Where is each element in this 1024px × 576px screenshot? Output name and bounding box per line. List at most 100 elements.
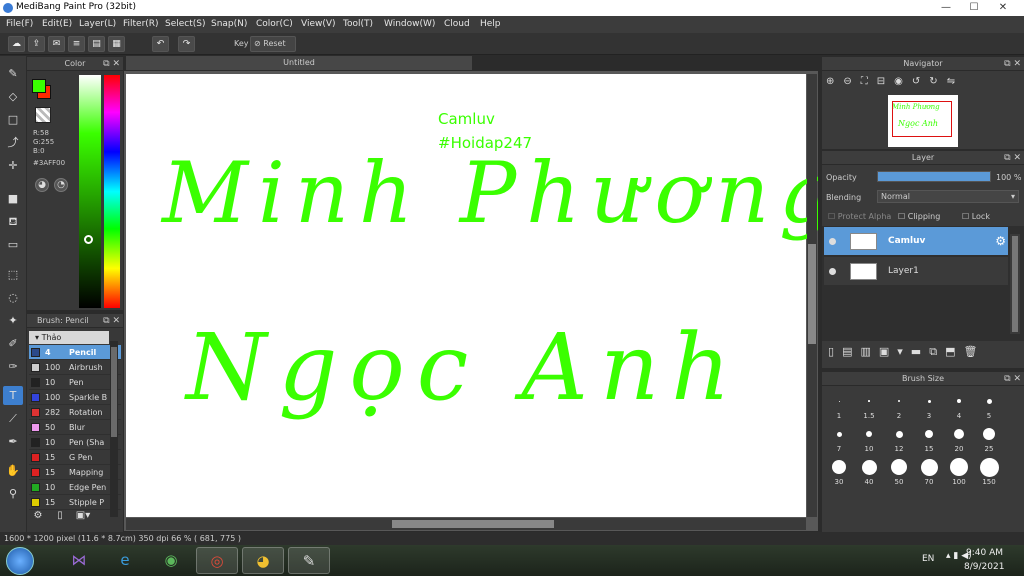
text-tool-icon[interactable]: T [3,386,23,405]
magic-wand-tool-icon[interactable]: ✦ [3,311,23,330]
brush-size-option[interactable]: 70 [915,456,943,486]
transparent-color-swatch[interactable] [35,107,51,123]
menu-cloud[interactable]: Cloud [444,19,470,29]
close-button[interactable]: ✕ [992,0,1014,16]
rotate-right-icon[interactable]: ↻ [929,76,946,87]
panel-close-icon[interactable]: ⧉ ✕ [1004,57,1021,71]
medibang-icon[interactable]: ◕ [242,547,284,574]
undo-icon[interactable]: ↶ [152,36,169,52]
rotate-reset-icon[interactable]: ◉ [894,76,912,87]
brush-size-option[interactable]: 2 [885,390,913,420]
clipping-checkbox[interactable]: ☐ Clipping [898,212,940,221]
drawing-canvas[interactable]: Camluv #Hoidap247 Minh Phương Ngọc Anh [126,74,818,517]
navigator-thumbnail[interactable]: Minh Phương Ngọc Anh [888,95,958,147]
comment-icon[interactable]: ✉ [48,36,65,52]
cloud-icon[interactable]: ☁ [8,36,25,52]
menu-color[interactable]: Color(C) [256,19,293,29]
vertical-scroll-thumb[interactable] [808,244,816,344]
menu-filter[interactable]: Filter(R) [123,19,159,29]
menu-tool[interactable]: Tool(T) [343,19,373,29]
paint-icon[interactable]: ✎ [288,547,330,574]
reset-button[interactable]: ⊘ Reset [250,36,296,52]
new-halftone-layer-icon[interactable]: ▤ [842,345,860,358]
brush-list-item[interactable]: 15 Mapping [29,465,121,480]
zoom-in-icon[interactable]: ⊕ [826,76,843,87]
brush-list-item[interactable]: 15 Stipple P [29,495,121,510]
brush-size-option[interactable]: 3 [915,390,943,420]
brush-list-item[interactable]: 100 Sparkle B [29,390,121,405]
fit-icon[interactable]: ⛶ [861,76,877,87]
upload-icon[interactable]: ⇪ [28,36,45,52]
layer-scrollbar[interactable] [1010,234,1020,334]
eye-icon[interactable] [829,238,836,245]
brush-size-option[interactable]: 150 [975,456,1003,486]
brush-size-option[interactable]: 100 [945,456,973,486]
select-pen-tool-icon[interactable]: ✐ [3,334,23,353]
horizontal-scroll-thumb[interactable] [392,520,554,528]
select-tool-icon[interactable]: ⬚ [3,265,23,284]
primary-color-swatch[interactable] [32,79,46,93]
menu-view[interactable]: View(V) [301,19,336,29]
brush-list-item[interactable]: 4 Pencil [29,345,121,360]
brush-size-option[interactable]: 1.5 [855,390,883,420]
clock-date[interactable]: 8/9/2021 [964,562,1004,572]
brush-menu-icon[interactable]: ▣▾ [73,510,93,524]
brush-list-item[interactable]: 10 Pen [29,375,121,390]
duplicate-layer-icon[interactable]: ⧉ [929,345,945,358]
brush-scroll-thumb[interactable] [111,347,117,437]
menu-file[interactable]: File(F) [6,19,33,29]
panel-close-icon[interactable]: ⧉ ✕ [103,57,120,71]
zoom-out-icon[interactable]: ⊖ [843,76,860,87]
coc-coc-icon[interactable]: ◉ [150,547,192,574]
merge-layer-icon[interactable]: ⬒ [945,345,963,358]
fill-rect-tool-icon[interactable]: ■ [3,189,23,208]
add-layer-menu-icon[interactable]: ▣▾ [879,345,911,358]
brush-list-item[interactable]: 50 Blur [29,420,121,435]
menu-layer[interactable]: Layer(L) [79,19,116,29]
panel-close-icon[interactable]: ⧉ ✕ [1004,372,1021,386]
brush-size-option[interactable]: 12 [885,423,913,453]
brush-size-option[interactable]: 30 [825,456,853,486]
gradient-tool-icon[interactable]: ▭ [3,235,23,254]
palette-icon[interactable]: ◕ [35,178,49,192]
bucket-tool-icon[interactable]: ⛾ [3,212,23,231]
lock-checkbox[interactable]: ☐ Lock [962,212,990,221]
brush-size-option[interactable]: 4 [945,390,973,420]
menu-select[interactable]: Select(S) [165,19,206,29]
brush-list-item[interactable]: 10 Edge Pen [29,480,121,495]
hand-tool-icon[interactable]: ✋ [3,461,23,480]
dot-tool-icon[interactable]: □ [3,110,23,129]
divide-tool-icon[interactable]: ⟋ [3,409,23,428]
eraser-tool-icon[interactable]: ◇ [3,87,23,106]
blending-select[interactable]: Normal ▾ [877,190,1019,203]
brightness-slider[interactable] [79,75,101,308]
layer-scroll-thumb[interactable] [1012,236,1018,332]
zoom-tool-icon[interactable]: ⚲ [3,484,23,503]
document-tab[interactable]: Untitled [126,56,472,70]
lasso-tool-icon[interactable]: ◌ [3,288,23,307]
vertical-scrollbar[interactable] [807,74,817,517]
layer-row[interactable]: Camluv ⚙ [824,227,1008,256]
layer-settings-gear-icon[interactable]: ⚙ [995,227,1006,256]
start-button[interactable] [6,547,34,575]
layer-row[interactable]: Layer1 [824,257,1008,286]
protect-alpha-checkbox[interactable]: ☐ Protect Alpha [828,212,891,221]
brush-size-option[interactable]: 7 [825,423,853,453]
rotate-left-icon[interactable]: ↺ [912,76,929,87]
internet-explorer-icon[interactable]: e [104,547,146,574]
brush-list-item[interactable]: 15 G Pen [29,450,121,465]
brightness-handle[interactable] [84,235,93,244]
new-layer-icon[interactable]: ▯ [828,345,842,358]
flip-icon[interactable]: ⇋ [947,76,964,87]
object-tool-icon[interactable]: ⤴ [3,133,23,152]
brush-size-option[interactable]: 5 [975,390,1003,420]
brush-group-header[interactable]: ▾ Thảo [29,331,109,344]
minimize-button[interactable]: — [935,0,957,16]
menu-edit[interactable]: Edit(E) [42,19,72,29]
manage-icon[interactable]: ▦ [108,36,125,52]
brush-size-option[interactable]: 10 [855,423,883,453]
brush-size-option[interactable]: 15 [915,423,943,453]
new-8bit-layer-icon[interactable]: ▥ [860,345,878,358]
panel-close-icon[interactable]: ⧉ ✕ [103,314,120,328]
brush-size-option[interactable]: 1 [825,390,853,420]
